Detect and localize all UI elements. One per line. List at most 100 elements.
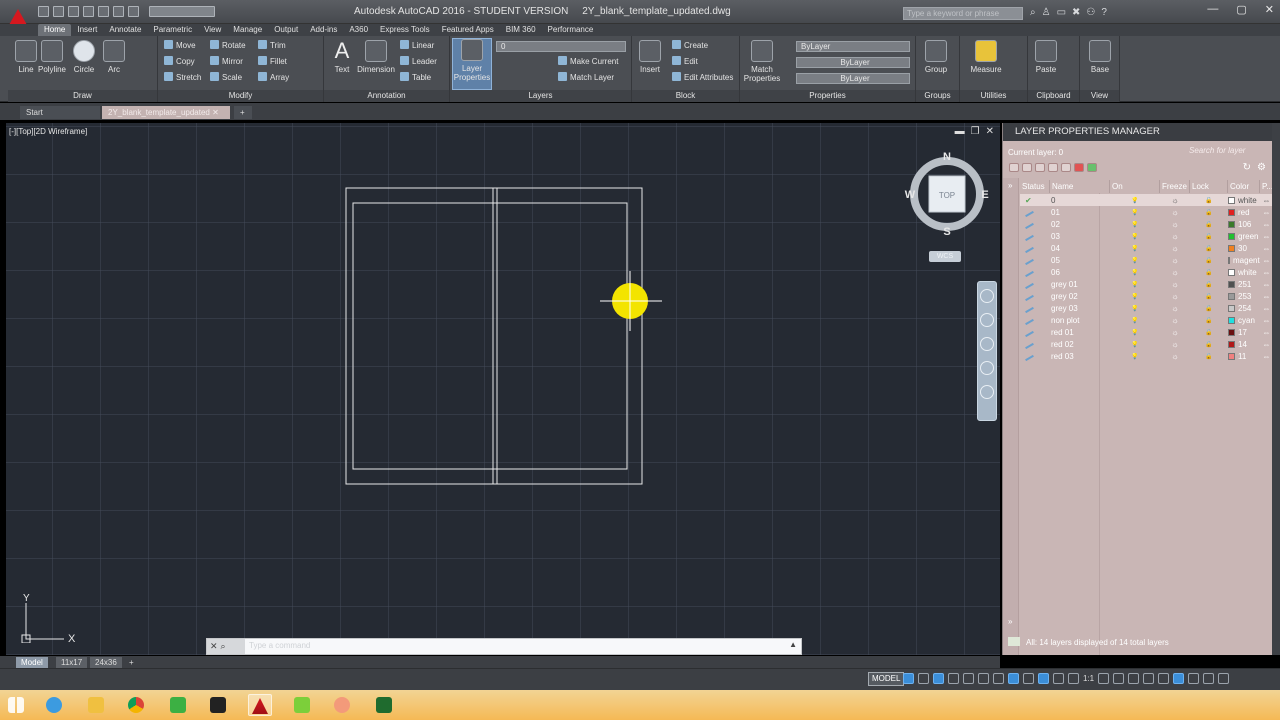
annotation-monitor-icon[interactable] <box>1113 673 1125 684</box>
layer-color[interactable]: white <box>1228 196 1260 205</box>
column-lock[interactable]: Lock <box>1190 180 1228 193</box>
group-button[interactable]: Group <box>918 40 954 74</box>
mirror-button[interactable]: Mirror <box>210 56 243 68</box>
layer-lock-toggle-icon[interactable]: 🔓 <box>1190 305 1228 312</box>
layer-color[interactable]: 30 <box>1228 244 1260 253</box>
taskbar-explorer[interactable] <box>84 694 108 716</box>
base-button[interactable]: Base <box>1082 40 1118 74</box>
transparency-icon[interactable] <box>1023 673 1034 684</box>
stretch-button[interactable]: Stretch <box>164 72 201 84</box>
ortho-icon[interactable] <box>933 673 944 684</box>
polyline-button[interactable]: Polyline <box>34 40 70 74</box>
tab-a360[interactable]: A360 <box>343 24 374 36</box>
layer-name[interactable]: 05 <box>1050 256 1110 265</box>
layer-row[interactable]: 05💡☼🔓magenta⇔ <box>1020 254 1273 266</box>
layer-row[interactable]: non plot 💡 ☼ 🔓 cyan ⇔ <box>1020 314 1273 326</box>
layer-color[interactable]: cyan <box>1228 316 1260 325</box>
layer-name[interactable]: red 03 <box>1050 352 1110 361</box>
save-as-icon[interactable] <box>83 6 94 17</box>
close-icon[interactable]: ✕ <box>1265 3 1274 16</box>
layer-lock-toggle-icon[interactable]: 🔓 <box>1190 317 1228 324</box>
layer-freeze-toggle-icon[interactable]: ☼ <box>1160 280 1190 289</box>
help-icon[interactable]: ? <box>1101 7 1107 18</box>
taskbar-ie[interactable] <box>42 694 66 716</box>
layer-freeze-toggle-icon[interactable]: ☼ <box>1160 244 1190 253</box>
layer-name[interactable]: 03 <box>1050 232 1110 241</box>
quick-properties-icon[interactable] <box>1143 673 1155 684</box>
grid-icon[interactable] <box>903 673 914 684</box>
groups-panel-title[interactable]: Groups <box>916 90 959 102</box>
pan-icon[interactable] <box>980 313 994 327</box>
layer-name[interactable]: 04 <box>1050 244 1110 253</box>
dimension-button[interactable]: Dimension <box>356 40 396 74</box>
array-button[interactable]: Array <box>258 72 289 84</box>
modify-panel-title[interactable]: Modify <box>158 90 323 102</box>
filter-tree[interactable] <box>1003 178 1019 655</box>
delete-layer-icon[interactable] <box>1074 163 1084 172</box>
layer-on-toggle-icon[interactable]: 💡 <box>1110 329 1160 336</box>
new-group-filter-icon[interactable] <box>1022 163 1032 172</box>
lineweight-dropdown[interactable]: ByLayer <box>796 73 910 84</box>
layer-row[interactable]: 06 💡 ☼ 🔓 white ⇔ <box>1020 266 1273 278</box>
drawing-canvas[interactable]: [-][Top][2D Wireframe] ▬ ❐ ✕ TOP N S E W… <box>6 123 1000 655</box>
expand-filter-icon[interactable]: » <box>1008 181 1012 190</box>
view-panel-title[interactable]: View <box>1080 90 1119 102</box>
layer-row[interactable]: grey 01 💡 ☼ 🔓 251 ⇔ <box>1020 278 1273 290</box>
compass-east-label[interactable]: E <box>981 189 988 201</box>
hardware-acceleration-icon[interactable] <box>1188 673 1200 684</box>
tab-express-tools[interactable]: Express Tools <box>374 24 436 36</box>
taskbar-chrome[interactable] <box>124 694 148 716</box>
layer-on-toggle-icon[interactable]: 💡 <box>1110 221 1160 228</box>
open-icon[interactable] <box>53 6 64 17</box>
paste-button[interactable]: Paste <box>1028 40 1064 74</box>
block-panel-title[interactable]: Block <box>632 90 739 102</box>
table-button[interactable]: Table <box>400 72 431 84</box>
draw-panel-title[interactable]: Draw <box>8 90 157 102</box>
layer-on-toggle-icon[interactable]: 💡 <box>1110 269 1160 276</box>
layer-freeze-toggle-icon[interactable]: ☼ <box>1160 292 1190 301</box>
zoom-extents-icon[interactable] <box>980 337 994 351</box>
customization-icon[interactable] <box>1218 673 1230 684</box>
refresh-icon[interactable]: ↻ <box>1243 162 1251 173</box>
taskbar-inkscape[interactable] <box>206 694 230 716</box>
layer-name[interactable]: non plot <box>1050 316 1110 325</box>
layer-name[interactable]: 02 <box>1050 220 1110 229</box>
plot-icon[interactable] <box>98 6 109 17</box>
tab-add-ins[interactable]: Add-ins <box>304 24 343 36</box>
object-snap-icon[interactable] <box>993 673 1004 684</box>
showmotion-icon[interactable] <box>980 385 994 399</box>
layer-panel-title[interactable]: LAYER PROPERTIES MANAGER <box>1003 123 1273 141</box>
layer-name[interactable]: grey 02 <box>1050 292 1110 301</box>
layer-panel-side-bar[interactable] <box>1272 123 1280 655</box>
layer-row[interactable]: red 02 💡 ☼ 🔓 14 ⇔ <box>1020 338 1273 350</box>
layers-panel-title[interactable]: Layers <box>450 90 631 102</box>
exchange-icon[interactable]: ✖ <box>1072 7 1080 18</box>
layer-freeze-toggle-icon[interactable]: ☼ <box>1160 316 1190 325</box>
annotation-visibility-icon[interactable] <box>1053 673 1064 684</box>
layer-on-toggle-icon[interactable]: 💡 <box>1110 257 1160 264</box>
command-history-arrow-icon[interactable]: ▲ <box>789 640 797 649</box>
tab-output[interactable]: Output <box>268 24 304 36</box>
layer-on-toggle-icon[interactable]: 💡 <box>1110 293 1160 300</box>
layer-freeze-toggle-icon[interactable]: ☼ <box>1160 232 1190 241</box>
layer-row[interactable]: grey 02 💡 ☼ 🔓 253 ⇔ <box>1020 290 1273 302</box>
column-on[interactable]: On <box>1110 180 1160 193</box>
layer-row[interactable]: 03 💡 ☼ 🔓 green ⇔ <box>1020 230 1273 242</box>
new-icon[interactable] <box>38 6 49 17</box>
workspace-switcher[interactable] <box>149 6 215 17</box>
user-icon[interactable]: ♙ <box>1042 7 1051 18</box>
make-current-button[interactable]: Make Current <box>558 56 618 68</box>
annotation-scale[interactable]: 1:1 <box>1083 673 1094 684</box>
layer-name[interactable]: 0 <box>1050 196 1110 205</box>
layer-on-toggle-icon[interactable]: 💡 <box>1110 317 1160 324</box>
model-tab[interactable]: Model <box>16 657 48 668</box>
layer-row[interactable]: 04 💡 ☼ 🔓 30 ⇔ <box>1020 242 1273 254</box>
color-dropdown[interactable]: ByLayer <box>796 41 910 52</box>
layer-color[interactable]: magenta <box>1228 256 1260 265</box>
orbit-icon[interactable] <box>980 361 994 375</box>
layer-freeze-toggle-icon[interactable]: ☼ <box>1160 208 1190 217</box>
polar-icon[interactable] <box>948 673 959 684</box>
tab-featured-apps[interactable]: Featured Apps <box>436 24 500 36</box>
sign-in-icon[interactable]: ▭ <box>1057 7 1066 18</box>
clipboard-panel-title[interactable]: Clipboard <box>1028 90 1079 102</box>
